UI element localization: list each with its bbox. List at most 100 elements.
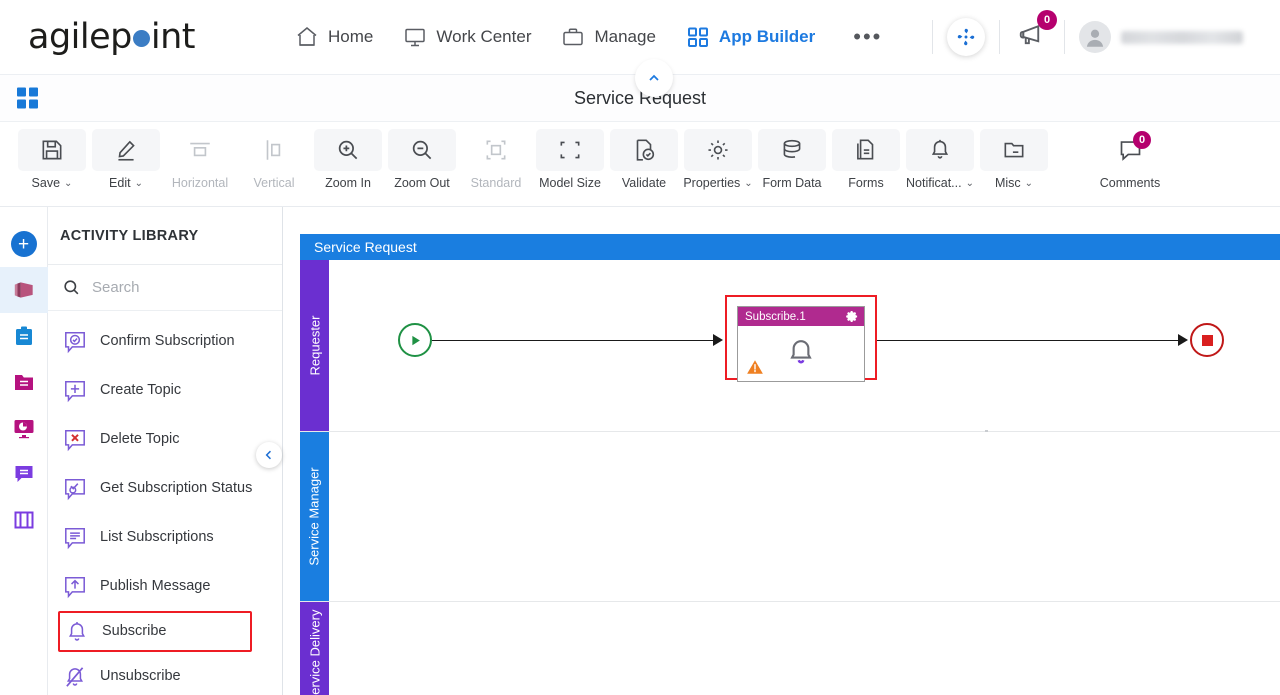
toolbar-properties-icon-box	[684, 129, 752, 171]
toolbar-forms-button[interactable]: Forms	[830, 129, 902, 190]
toolbar-zoom-in-icon-box	[314, 129, 382, 171]
toolbar-edit-icon-box	[92, 129, 160, 171]
collapse-header-button[interactable]	[635, 59, 673, 97]
agilepoint-logo[interactable]: agilep int	[28, 17, 196, 57]
model-toolbar: Save ⌄ Edit ⌄ Horizontal Vertical Zoom I…	[0, 122, 1280, 207]
toolbar-misc-button[interactable]: Misc ⌄	[978, 129, 1050, 190]
unsubscribe-bell-icon	[66, 666, 84, 687]
lane-service-delivery: Service Delivery	[300, 602, 1280, 695]
folder-icon	[1004, 142, 1024, 158]
toolbar-model-size-button[interactable]: Model Size	[534, 129, 606, 190]
nav-label-app-builder: App Builder	[718, 27, 816, 46]
lane-body-service-manager[interactable]	[329, 432, 1280, 601]
toolbar-label-validate: Validate	[621, 176, 667, 190]
toolbar-notifications-icon-box	[906, 129, 974, 171]
subscribe-activity-node[interactable]: Subscribe.1	[737, 306, 865, 382]
list-item-label: Subscribe	[102, 623, 167, 639]
briefcase-icon	[563, 28, 584, 46]
toolbar-notifications-button[interactable]: Notificat... ⌄	[904, 129, 976, 190]
toolbar-properties-button[interactable]: Properties ⌄	[682, 129, 754, 190]
chevron-down-icon: ⌄	[744, 177, 753, 189]
logo-text-part1: agilep	[28, 17, 132, 57]
toolbar-edit-button[interactable]: Edit ⌄	[90, 129, 162, 190]
activity-library-search[interactable]	[48, 265, 282, 311]
rail-item-tasks[interactable]	[0, 313, 48, 359]
collapse-library-panel-button[interactable]	[256, 442, 282, 468]
logo-dot-icon	[132, 30, 150, 47]
toolbar-standard-button: Standard	[460, 129, 532, 190]
activity-library-heading: ACTIVITY LIBRARY	[48, 207, 282, 265]
subscribe-bell-icon	[69, 621, 85, 641]
rail-item-activities[interactable]	[0, 267, 48, 313]
lane-text: Service Delivery	[307, 609, 323, 695]
toolbar-validate-button[interactable]: Validate	[608, 129, 680, 190]
rail-item-data[interactable]	[0, 359, 48, 405]
activity-body	[738, 326, 864, 382]
model-size-icon	[560, 141, 580, 159]
search-input[interactable]	[92, 279, 252, 296]
list-item-unsubscribe[interactable]: Unsubscribe	[48, 652, 282, 695]
pool-service-request: Service Request Requester Subscribe.1 Se…	[300, 234, 1280, 695]
bell-icon	[790, 340, 812, 364]
lane-body-requester[interactable]: Subscribe.1	[329, 260, 1280, 433]
lane-label-service-manager: Service Manager	[300, 432, 329, 601]
nav-item-manage[interactable]: Manage	[561, 25, 656, 49]
top-nav-right-group: 0	[918, 9, 1272, 58]
avatar[interactable]	[1079, 21, 1111, 53]
toolbar-form-data-button[interactable]: Form Data	[756, 129, 828, 190]
nav-label-home: Home	[328, 27, 374, 46]
announcements-button[interactable]: 0	[1014, 9, 1057, 58]
start-event[interactable]	[398, 323, 432, 357]
standard-size-icon	[486, 140, 506, 160]
publish-message-icon	[65, 576, 85, 598]
document-icon	[857, 139, 874, 160]
list-item-create-topic[interactable]: Create Topic	[48, 366, 282, 415]
toolbar-zoom-out-button[interactable]: Zoom Out	[386, 129, 458, 190]
get-subscription-status-icon	[65, 478, 85, 500]
rail-item-reports[interactable]	[0, 405, 48, 451]
agilepoint-assistant-button[interactable]	[947, 18, 985, 56]
zoom-out-icon	[412, 140, 432, 160]
sequence-flow-1[interactable]	[432, 339, 715, 342]
nav-item-work-center[interactable]: Work Center	[403, 25, 531, 49]
lane-body-service-delivery[interactable]	[329, 602, 1280, 695]
process-model-canvas[interactable]: Service Request Requester Subscribe.1 Se…	[284, 207, 1280, 695]
toolbar-form-data-icon-box	[758, 129, 826, 171]
rail-item-messages[interactable]	[0, 451, 48, 497]
list-subscriptions-icon	[65, 527, 85, 549]
list-item-label: List Subscriptions	[100, 529, 214, 545]
delete-topic-icon	[65, 429, 85, 451]
toolbar-zoom-in-button[interactable]: Zoom In	[312, 129, 384, 190]
toolbar-save-button[interactable]: Save ⌄	[16, 129, 88, 190]
gear-icon[interactable]	[846, 310, 859, 323]
nav-item-app-builder[interactable]: App Builder	[686, 25, 815, 49]
toolbar-horizontal-icon-box	[166, 129, 234, 171]
end-event[interactable]	[1190, 323, 1224, 357]
toolbar-forms-icon-box	[832, 129, 900, 171]
activity-library-panel: ACTIVITY LIBRARY Confirm Subscription Cr…	[48, 207, 283, 695]
nav-label-manage: Manage	[594, 27, 656, 46]
comments-count-badge: 0	[1133, 131, 1151, 149]
layers-icon	[14, 282, 33, 298]
list-item-list-subscriptions[interactable]: List Subscriptions	[48, 513, 282, 562]
list-item-publish-message[interactable]: Publish Message	[48, 562, 282, 611]
zoom-in-icon	[338, 140, 358, 160]
list-item-subscribe[interactable]: Subscribe	[58, 611, 252, 652]
rail-item-columns[interactable]	[0, 497, 48, 543]
list-item-get-subscription-status[interactable]: Get Subscription Status	[48, 464, 282, 513]
toolbar-label-edit: Edit	[109, 176, 131, 190]
nav-overflow-button[interactable]: •••	[853, 26, 882, 48]
list-item-confirm-subscription[interactable]: Confirm Subscription	[48, 317, 282, 366]
chevron-left-icon	[265, 450, 271, 460]
sequence-flow-2[interactable]	[877, 339, 1180, 342]
toolbar-label-misc: Misc	[994, 176, 1021, 190]
toolbar-label-zoom-in: Zoom In	[325, 176, 371, 190]
rail-item-add[interactable]: +	[0, 221, 48, 267]
list-item-delete-topic[interactable]: Delete Topic	[48, 415, 282, 464]
plus-circle-icon: +	[10, 231, 37, 257]
toolbar-comments-button[interactable]: 0 Comments	[1094, 129, 1166, 190]
apps-grid-icon[interactable]	[17, 87, 38, 109]
chevron-up-icon	[649, 74, 659, 81]
toolbar-label-standard: Standard	[470, 176, 522, 190]
nav-item-home[interactable]: Home	[295, 25, 373, 49]
